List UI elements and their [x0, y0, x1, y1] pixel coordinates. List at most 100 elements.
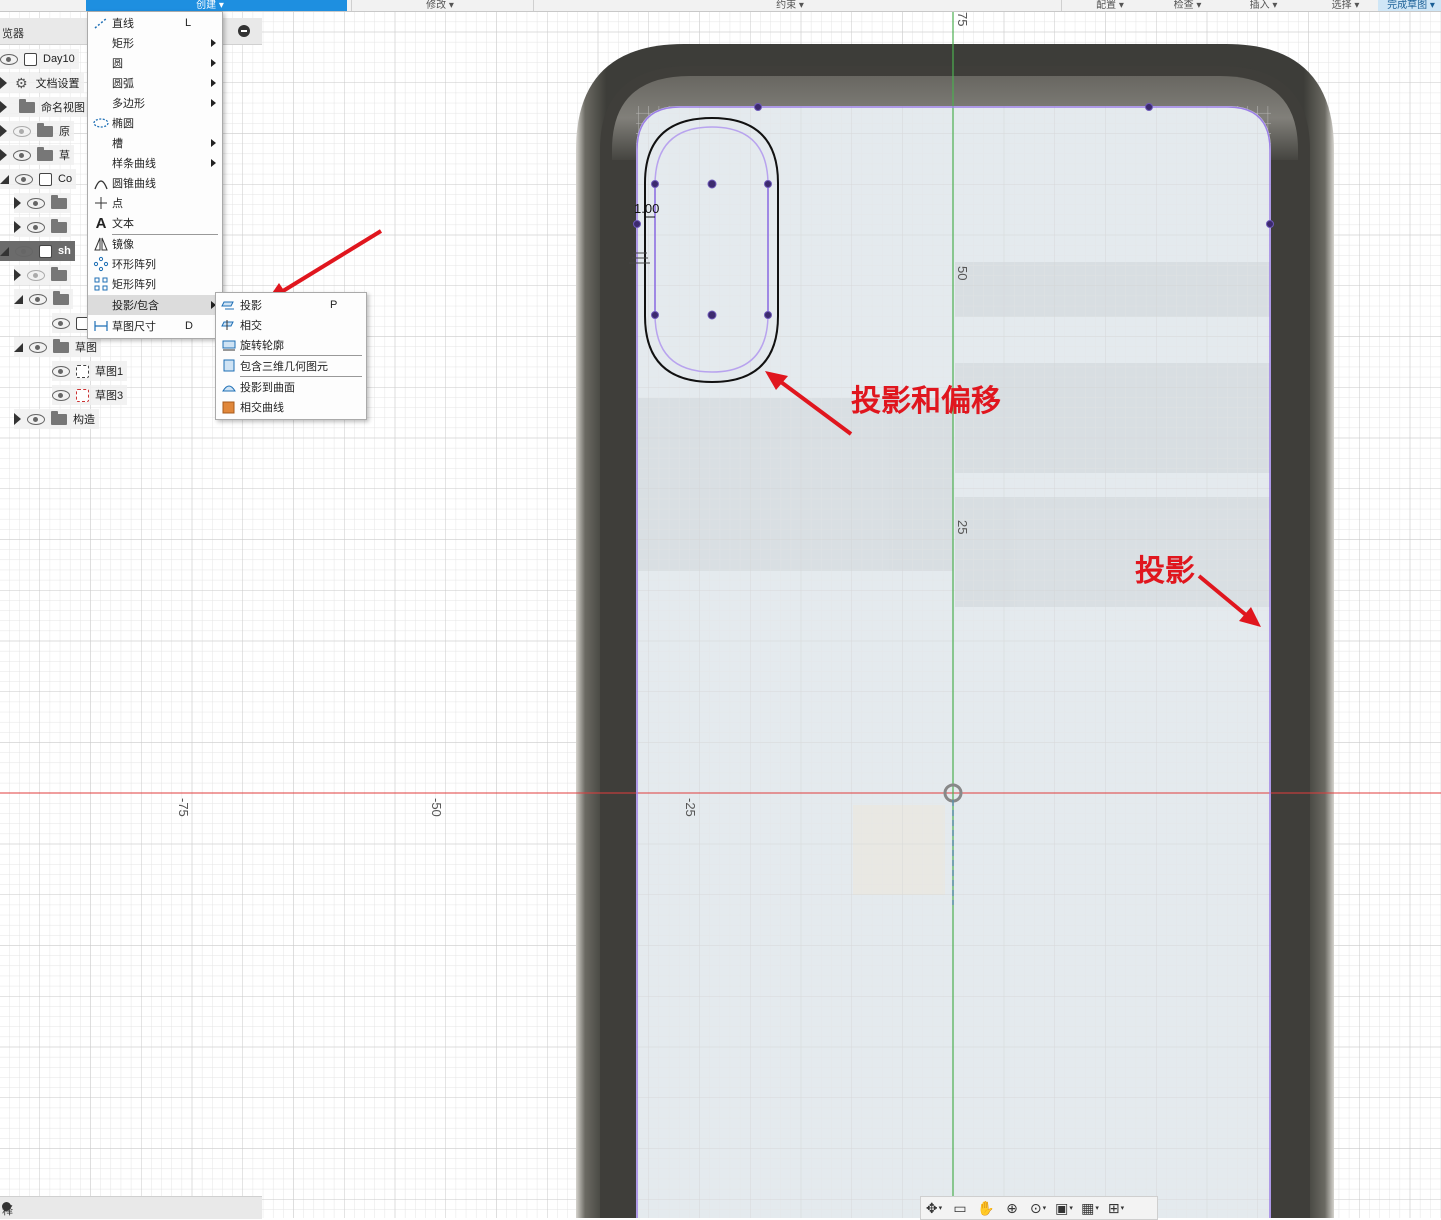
tree-node-sub1[interactable] — [14, 193, 71, 213]
finish-sketch-button[interactable]: 完成草图 ▾ — [1380, 0, 1441, 11]
folder-icon — [51, 194, 67, 209]
menu-item-spline[interactable]: 样条曲线 — [88, 153, 222, 173]
menu-item-rectangular-pattern[interactable]: 矩形阵列 — [88, 274, 222, 294]
viewports-icon[interactable]: ⊞ ▾ — [1103, 1198, 1129, 1218]
tree-node-root[interactable]: Day10 — [0, 49, 79, 69]
submenu-item-silhouette[interactable]: 旋转轮廓 — [216, 335, 366, 355]
shortcut-label: L — [185, 17, 192, 29]
menu-item-point[interactable]: 点 — [88, 193, 222, 213]
menu-item-slot[interactable]: 槽 — [88, 133, 222, 153]
mirror-icon — [93, 236, 109, 252]
tree-label: 草 — [59, 150, 70, 162]
eye-icon[interactable] — [52, 365, 70, 377]
menu-label: 矩形 — [112, 38, 134, 50]
collapse-arrow-icon[interactable] — [0, 174, 9, 184]
create-menu-button[interactable]: 创建 ▾ — [160, 0, 260, 11]
tree-node-body[interactable]: sh — [0, 241, 75, 261]
eye-hidden-icon[interactable] — [13, 125, 31, 137]
expand-icon[interactable] — [0, 101, 7, 113]
tree-node-sketch3[interactable]: 草图3 — [52, 385, 128, 405]
ellipse-icon — [93, 115, 109, 131]
tree-node-sub4[interactable] — [14, 289, 73, 309]
eye-icon[interactable] — [27, 221, 45, 233]
add-comment-icon[interactable] — [2, 1202, 11, 1211]
tree-node-origin[interactable]: 原 — [0, 121, 74, 141]
tree-node-component[interactable]: Co — [0, 169, 77, 189]
tree-node-sketches-top[interactable]: 草 — [0, 145, 74, 165]
tree-node-sketches[interactable]: 草图 — [14, 337, 101, 357]
collapse-arrow-icon[interactable] — [14, 342, 23, 352]
eye-icon[interactable] — [15, 245, 33, 257]
menu-item-text[interactable]: A 文本 — [88, 213, 222, 233]
menu-item-conic[interactable]: 圆锥曲线 — [88, 173, 222, 193]
menu-item-ellipse[interactable]: 椭圆 — [88, 113, 222, 133]
tree-node-construction[interactable]: 构造 — [14, 409, 99, 429]
expand-icon[interactable] — [14, 221, 21, 233]
dimension-icon — [93, 318, 109, 334]
look-at-icon[interactable]: ▭ — [947, 1198, 973, 1218]
submenu-item-project[interactable]: 投影 P — [216, 295, 366, 315]
eye-icon[interactable] — [27, 197, 45, 209]
menu-item-rectangle[interactable]: 矩形 — [88, 33, 222, 53]
annotation-project-offset: 投影和偏移 — [851, 384, 1001, 419]
collapse-icon[interactable] — [238, 25, 250, 37]
eye-icon[interactable] — [29, 293, 47, 305]
menu-label: 投影 — [240, 300, 262, 312]
constrain-menu-button[interactable]: 约束 ▾ — [750, 0, 830, 11]
eye-icon[interactable] — [0, 53, 18, 65]
menu-label: 投影到曲面 — [240, 382, 295, 394]
tree-node-doc-settings[interactable]: ⚙ 文档设置 — [0, 73, 84, 93]
expand-icon[interactable] — [0, 125, 7, 137]
expand-icon[interactable] — [14, 197, 21, 209]
submenu-item-project-to-surface[interactable]: 投影到曲面 — [216, 377, 366, 397]
fit-icon[interactable]: ⊙ ▾ — [1025, 1198, 1051, 1218]
dimension-label[interactable]: 1.00 — [634, 201, 659, 216]
zoom-icon[interactable]: ⊕ — [999, 1198, 1025, 1218]
menu-label: 圆弧 — [112, 78, 134, 90]
tree-node-sub3[interactable] — [14, 265, 71, 285]
expand-icon[interactable] — [14, 269, 21, 281]
eye-icon[interactable] — [52, 317, 70, 329]
menu-item-circle[interactable]: 圆 — [88, 53, 222, 73]
orbit-icon[interactable]: ✥ ▾ — [921, 1198, 947, 1218]
tree-node-sketch1[interactable]: 草图1 — [52, 361, 128, 381]
collapse-arrow-icon[interactable] — [0, 246, 9, 256]
menu-label: 投影/包含 — [112, 300, 160, 312]
eye-icon[interactable] — [27, 413, 45, 425]
insert-menu-button[interactable]: 插入 ▾ — [1236, 0, 1291, 11]
eye-icon[interactable] — [15, 173, 33, 185]
menu-label: 旋转轮廓 — [240, 340, 284, 352]
tree-node-sub2[interactable] — [14, 217, 71, 237]
tree-node-named-views[interactable]: 命名视图 — [0, 97, 89, 117]
eye-icon[interactable] — [52, 389, 70, 401]
expand-icon[interactable] — [0, 77, 7, 89]
collapse-arrow-icon[interactable] — [14, 294, 23, 304]
grid-icon[interactable]: ▦ ▾ — [1077, 1198, 1103, 1218]
menu-item-arc[interactable]: 圆弧 — [88, 73, 222, 93]
expand-icon[interactable] — [14, 413, 21, 425]
configure-menu-button[interactable]: 配置 ▾ — [1080, 0, 1140, 11]
expand-icon[interactable] — [0, 149, 7, 161]
submenu-item-include-3d[interactable]: 包含三维几何图元 — [216, 356, 366, 376]
pan-icon[interactable]: ✋ — [973, 1198, 999, 1218]
select-menu-button[interactable]: 选择 ▾ — [1318, 0, 1373, 11]
y-axis-label-25: 25 — [955, 520, 970, 534]
eye-icon[interactable] — [13, 149, 31, 161]
menu-item-project-include[interactable]: 投影/包含 — [88, 295, 222, 315]
inspect-menu-button[interactable]: 检查 ▾ — [1160, 0, 1215, 11]
rectangular-pattern-icon — [93, 276, 109, 292]
modify-menu-button[interactable]: 修改 ▾ — [400, 0, 480, 11]
eye-icon[interactable] — [29, 341, 47, 353]
display-icon[interactable]: ▣ ▾ — [1051, 1198, 1077, 1218]
menu-label: 圆 — [112, 58, 123, 70]
menu-item-sketch-dimension[interactable]: 草图尺寸 D — [88, 316, 222, 336]
menu-item-polygon[interactable]: 多边形 — [88, 93, 222, 113]
project-surface-icon — [221, 379, 237, 395]
submenu-item-intersection-curve[interactable]: 相交曲线 — [216, 397, 366, 417]
menu-item-mirror[interactable]: 镜像 — [88, 234, 222, 254]
tree-label: 构造 — [73, 414, 95, 426]
eye-hidden-icon[interactable] — [27, 269, 45, 281]
submenu-item-intersect[interactable]: 相交 — [216, 315, 366, 335]
menu-item-line[interactable]: 直线 L — [88, 13, 222, 33]
menu-item-circular-pattern[interactable]: 环形阵列 — [88, 254, 222, 274]
